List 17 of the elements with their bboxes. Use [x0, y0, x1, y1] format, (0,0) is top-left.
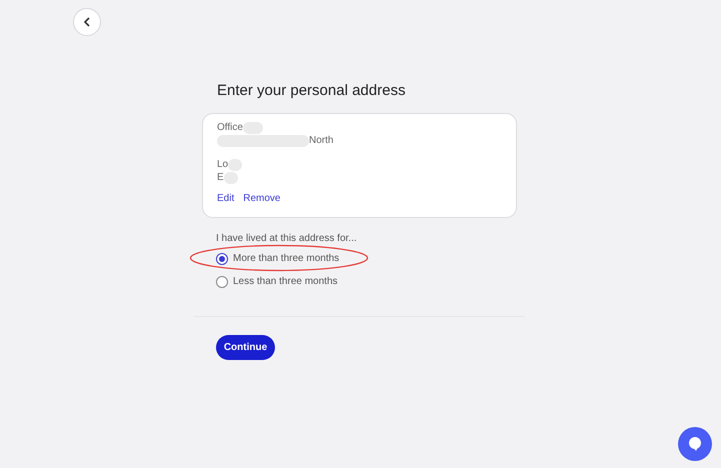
chat-bubble-icon — [687, 436, 703, 452]
address-line: Office — [217, 122, 243, 134]
radio-button[interactable] — [216, 252, 228, 264]
continue-button[interactable]: Continue — [216, 335, 275, 360]
address-line: North — [309, 134, 334, 147]
address-line: Lo — [217, 159, 228, 172]
page-heading: Enter your personal address — [217, 82, 406, 99]
chevron-left-icon — [83, 17, 91, 27]
address-link[interactable]: Remove — [243, 193, 280, 204]
radio-button[interactable] — [216, 276, 228, 288]
address-link[interactable]: Edit — [217, 193, 234, 204]
radio-label: Less than three months — [233, 276, 338, 287]
radio-label: More than three months — [233, 253, 340, 264]
back-button[interactable] — [73, 8, 101, 36]
duration-label: I have lived at this address for... — [216, 233, 358, 244]
chat-button[interactable] — [678, 427, 712, 461]
address-line: E — [217, 172, 224, 184]
